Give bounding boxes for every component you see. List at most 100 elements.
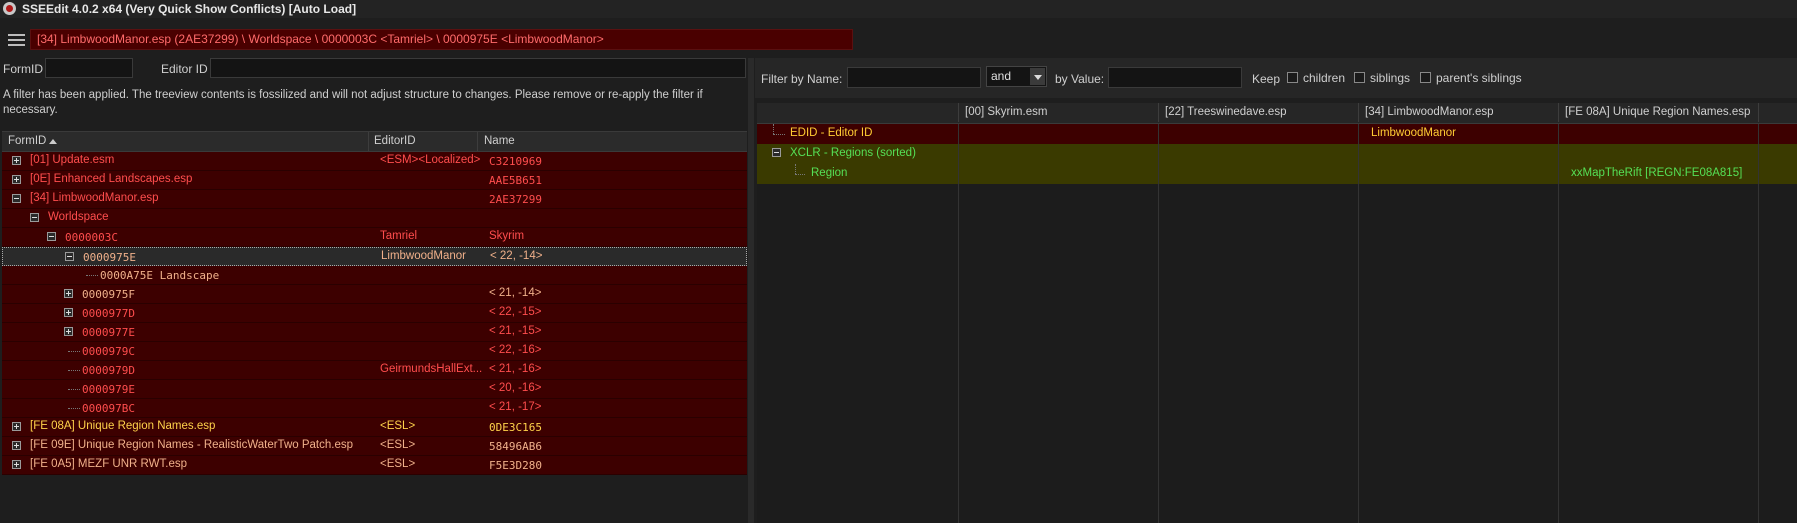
record-tree[interactable]: [01] Update.esm <ESM><Localized> C321096… — [2, 152, 747, 492]
tree-name: < 21, -17> — [489, 401, 542, 413]
filter-by-name-field[interactable] — [847, 67, 981, 88]
tree-row[interactable]: 0000977D < 22, -15> — [2, 304, 747, 323]
tree-formid: 0000979D — [82, 364, 135, 377]
tree-name: < 22, -16> — [489, 344, 542, 356]
tree-name: AAE5B651 — [489, 174, 542, 187]
tree-name: < 21, -16> — [489, 363, 542, 375]
tree-editorid: <ESL> — [380, 439, 416, 451]
tree-formid: 0000979E — [82, 383, 135, 396]
keep-parents-siblings-checkbox[interactable] — [1420, 72, 1431, 83]
tree-editorid: GeirmundsHallExt... — [380, 363, 483, 375]
tree-name: 58496AB6 — [489, 440, 542, 453]
tree-name: < 22, -15> — [489, 306, 542, 318]
grid-row-label: Region — [811, 167, 848, 179]
filter-by-value-field[interactable] — [1108, 67, 1242, 88]
tree-formid: [34] LimbwoodManor.esp — [30, 192, 159, 204]
tree-name: F5E3D280 — [489, 459, 542, 472]
tree-row[interactable]: 0000003C Tamriel Skyrim — [2, 228, 747, 247]
sort-ascending-icon — [49, 139, 57, 144]
tree-editorid: <ESL> — [380, 420, 416, 432]
grid-row-label: EDID - Editor ID — [790, 127, 873, 139]
tree-formid: 0000003C — [65, 231, 118, 244]
tree-formid: 000097BC — [82, 402, 135, 415]
by-value-label: by Value: — [1055, 72, 1105, 86]
tree-editorid: <ESL> — [380, 458, 416, 470]
expand-icon[interactable] — [64, 308, 73, 317]
tree-row[interactable]: 0000975F < 21, -14> — [2, 285, 747, 304]
keep-label: Keep — [1252, 72, 1281, 86]
tree-editorid: <ESM><Localized> — [380, 154, 481, 166]
window-title: SSEEdit 4.0.2 x64 (Very Quick Show Confl… — [22, 2, 357, 16]
tree-row[interactable]: 0000979D GeirmundsHallExt... < 21, -16> — [2, 361, 747, 380]
tree-empty-area — [2, 492, 747, 523]
panel-splitter[interactable] — [748, 58, 754, 523]
collapse-icon[interactable] — [772, 148, 781, 157]
column-plugin-1[interactable]: [22] Treeswinedave.esp — [1165, 106, 1286, 118]
expand-icon[interactable] — [12, 156, 21, 165]
column-plugin-2[interactable]: [34] LimbwoodManor.esp — [1365, 106, 1494, 118]
tree-row[interactable]: 000097BC < 21, -17> — [2, 399, 747, 418]
tree-formid: [FE 09E] Unique Region Names - Realistic… — [30, 439, 353, 451]
filter-by-name-label: Filter by Name: — [761, 72, 843, 86]
tree-row[interactable]: [FE 09E] Unique Region Names - Realistic… — [2, 437, 747, 456]
column-editorid[interactable]: EditorID — [374, 135, 416, 147]
tree-name: 0DE3C165 — [489, 421, 542, 434]
chevron-down-icon[interactable] — [1030, 68, 1045, 85]
grid-row[interactable]: Region xxMapTheRift [REGN:FE08A815] — [757, 164, 1797, 184]
tree-formid: 0000977D — [82, 307, 135, 320]
tree-row[interactable]: 0000979E < 20, -16> — [2, 380, 747, 399]
record-path-bar: [34] LimbwoodManor.esp (2AE37299) \ Worl… — [30, 29, 853, 50]
tree-row[interactable]: 0000977E < 21, -15> — [2, 323, 747, 342]
column-plugin-3[interactable]: [FE 08A] Unique Region Names.esp — [1565, 106, 1750, 118]
tree-row[interactable]: Worldspace — [2, 209, 747, 228]
tree-row[interactable]: [34] LimbwoodManor.esp 2AE37299 — [2, 190, 747, 209]
column-formid[interactable]: FormID — [8, 135, 46, 147]
tree-formid: [FE 08A] Unique Region Names.esp — [30, 420, 216, 432]
expand-icon[interactable] — [12, 460, 21, 469]
tree-row[interactable]: [FE 08A] Unique Region Names.esp <ESL> 0… — [2, 418, 747, 437]
tree-formid: 0000975F — [82, 288, 135, 301]
grid-row[interactable]: XCLR - Regions (sorted) — [757, 144, 1797, 164]
tree-row[interactable]: 0000979C < 22, -16> — [2, 342, 747, 361]
tree-row[interactable]: 0000A75E Landscape — [2, 266, 747, 285]
tree-editorid: LimbwoodManor — [381, 250, 467, 262]
collapse-icon[interactable] — [12, 194, 21, 203]
collapse-icon[interactable] — [65, 252, 74, 261]
tree-formid: [01] Update.esm — [30, 154, 115, 166]
tree-name: 2AE37299 — [489, 193, 542, 206]
column-name[interactable]: Name — [484, 135, 515, 147]
formid-field[interactable] — [45, 58, 133, 78]
expand-icon[interactable] — [64, 289, 73, 298]
collapse-icon[interactable] — [47, 232, 56, 241]
tree-formid: 0000977E — [82, 326, 135, 339]
tree-row[interactable]: [FE 0A5] MEZF UNR RWT.esp <ESL> F5E3D280 — [2, 456, 747, 475]
comparison-header: [00] Skyrim.esm [22] Treeswinedave.esp [… — [757, 103, 1797, 124]
parents-siblings-label: parent's siblings — [1436, 71, 1522, 85]
keep-children-checkbox[interactable] — [1287, 72, 1298, 83]
column-plugin-0[interactable]: [00] Skyrim.esm — [965, 106, 1047, 118]
record-comparison-grid[interactable]: EDID - Editor ID LimbwoodManor XCLR - Re… — [757, 124, 1797, 523]
editorid-field[interactable] — [210, 58, 746, 78]
hamburger-menu-icon[interactable] — [8, 34, 25, 46]
tree-row-selected[interactable]: 0000975E LimbwoodManor < 22, -14> — [2, 247, 747, 266]
expand-icon[interactable] — [64, 327, 73, 336]
tree-name: C3210969 — [489, 155, 542, 168]
collapse-icon[interactable] — [30, 213, 39, 222]
grid-cell: LimbwoodManor — [1371, 127, 1457, 139]
children-label: children — [1303, 71, 1346, 85]
expand-icon[interactable] — [12, 422, 21, 431]
tree-row[interactable]: [01] Update.esm <ESM><Localized> C321096… — [2, 152, 747, 171]
grid-row-label: XCLR - Regions (sorted) — [790, 147, 916, 159]
tree-name: < 21, -14> — [489, 287, 542, 299]
tree-formid: [FE 0A5] MEZF UNR RWT.esp — [30, 458, 187, 470]
tree-formid: 0000975E — [83, 251, 136, 264]
app-icon — [3, 2, 16, 15]
grid-row[interactable]: EDID - Editor ID LimbwoodManor — [757, 124, 1797, 144]
tree-formid: 0000979C — [82, 345, 135, 358]
tree-row[interactable]: [0E] Enhanced Landscapes.esp AAE5B651 — [2, 171, 747, 190]
tree-name: < 22, -14> — [490, 250, 543, 262]
keep-siblings-checkbox[interactable] — [1354, 72, 1365, 83]
tree-header: FormID EditorID Name — [2, 131, 747, 152]
expand-icon[interactable] — [12, 441, 21, 450]
expand-icon[interactable] — [12, 175, 21, 184]
